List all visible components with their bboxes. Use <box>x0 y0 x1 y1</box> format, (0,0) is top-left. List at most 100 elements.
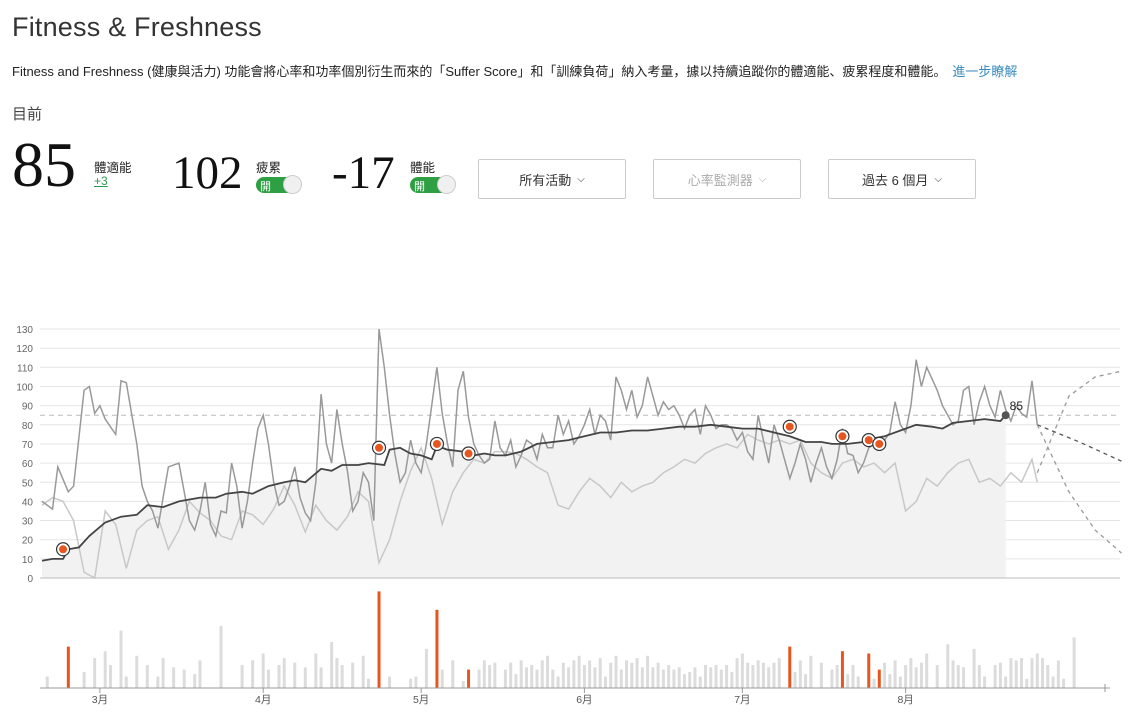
highlight-marker <box>875 439 884 448</box>
activity-bar <box>788 646 792 688</box>
highlight-marker <box>375 443 384 452</box>
activity-bar <box>93 658 97 688</box>
fatigue-value: 102 <box>172 147 243 199</box>
activity-bar <box>351 662 355 688</box>
highlight-marker <box>838 432 847 441</box>
activity-bar <box>735 658 739 688</box>
fatigue-toggle-text: 開 <box>260 181 271 193</box>
chevron-down-icon: ⌵ <box>577 173 585 185</box>
y-tick-label: 90 <box>22 402 34 413</box>
activity-bar <box>798 660 802 688</box>
activity-bar <box>709 667 713 688</box>
activity-bar <box>656 662 660 688</box>
activity-bar <box>761 662 765 688</box>
activity-bar <box>461 681 465 688</box>
activity-bar <box>440 669 444 688</box>
activity-bar <box>551 669 555 688</box>
activity-bar <box>1056 660 1060 688</box>
activity-bar <box>314 653 318 688</box>
activity-bar <box>340 665 344 688</box>
fitness-area <box>42 415 1006 578</box>
activity-bar <box>614 655 618 688</box>
activity-bar <box>840 651 844 688</box>
activity-bar <box>1009 658 1013 688</box>
activity-bar <box>82 671 86 688</box>
activity-bar <box>661 669 665 688</box>
activity-bar <box>593 667 597 688</box>
activity-bar <box>609 662 613 688</box>
activity-bar <box>877 669 881 688</box>
activity-bar <box>830 669 834 688</box>
activity-bar <box>577 655 581 688</box>
description-text: Fitness and Freshness (健康與活力) 功能會將心率和功率個… <box>12 64 947 79</box>
y-tick-label: 10 <box>22 555 34 566</box>
activity-bar <box>904 665 908 688</box>
activity-bar <box>198 660 202 688</box>
activity-bar <box>582 665 586 688</box>
activity-bar <box>809 655 813 688</box>
activity-bar <box>935 665 939 688</box>
activity-bar <box>282 658 286 688</box>
activities-dropdown[interactable]: 所有活動 ⌵ <box>478 159 626 199</box>
y-tick-label: 30 <box>22 517 34 528</box>
activity-bar <box>719 669 723 688</box>
fatigue-label: 疲累 <box>256 161 282 175</box>
activity-bar <box>919 662 923 688</box>
activity-bar <box>872 678 876 688</box>
activity-bar <box>646 655 650 688</box>
activity-bar <box>66 646 70 688</box>
fatigue-toggle-knob <box>283 175 302 194</box>
activity-bar <box>672 669 676 688</box>
activity-bar <box>756 660 760 688</box>
x-tick-label: 6月 <box>576 694 592 706</box>
activity-bar <box>330 642 334 688</box>
activity-bar <box>714 665 718 688</box>
fitness-delta[interactable]: +3 <box>94 174 108 188</box>
hr-monitor-dropdown[interactable]: 心率監測器 ⌵ <box>653 159 801 199</box>
activity-bar <box>962 667 966 688</box>
activity-bar <box>319 667 323 688</box>
form-toggle[interactable]: 開 <box>410 175 456 194</box>
range-dropdown[interactable]: 過去 6 個月 ⌵ <box>828 159 976 199</box>
activity-bar <box>409 678 413 688</box>
activity-bar <box>567 667 571 688</box>
form-toggle-text: 開 <box>414 181 425 193</box>
chevron-down-icon: ⌵ <box>758 173 767 185</box>
activity-bar <box>867 653 871 688</box>
activity-bar <box>704 665 708 688</box>
activity-bar <box>1035 653 1039 688</box>
y-tick-label: 110 <box>17 363 33 374</box>
x-tick-label: 4月 <box>255 694 271 706</box>
activity-bar <box>1046 665 1050 688</box>
activity-bar <box>1030 658 1034 688</box>
activity-bar <box>509 662 513 688</box>
activity-bar <box>388 676 392 688</box>
activity-bar <box>193 674 197 688</box>
activity-bar <box>1062 678 1066 688</box>
activity-bar <box>303 667 307 688</box>
activity-bar <box>561 662 565 688</box>
activity-bar <box>956 665 960 688</box>
activity-bar <box>793 671 797 688</box>
highlight-marker <box>432 439 441 448</box>
range-dropdown-label: 過去 6 個月 <box>861 172 929 188</box>
activity-bar <box>856 676 860 688</box>
activity-bar <box>219 625 223 688</box>
activity-bar <box>851 665 855 688</box>
learn-more-link[interactable]: 進一步瞭解 <box>952 64 1017 79</box>
activity-bar <box>725 665 729 688</box>
activity-bar <box>119 630 123 688</box>
activity-bar <box>467 669 471 688</box>
page-title: Fitness & Freshness <box>12 12 262 42</box>
activity-bar <box>598 658 602 688</box>
fatigue-toggle[interactable]: 開 <box>256 175 302 194</box>
fitness-chart[interactable]: 0 10 20 30 40 50 60 70 80 90 100 110 120 130 85 3月 4月 5月 6… <box>0 240 1140 727</box>
y-tick-label: 60 <box>22 459 34 470</box>
y-tick-label: 70 <box>22 440 34 451</box>
activity-bar <box>156 676 160 688</box>
page-description: Fitness and Freshness (健康與活力) 功能會將心率和功率個… <box>12 61 1017 80</box>
activity-bar <box>630 662 634 688</box>
fitness-value: 85 <box>12 129 76 200</box>
activity-bar <box>540 660 544 688</box>
activity-bar <box>1019 658 1023 688</box>
